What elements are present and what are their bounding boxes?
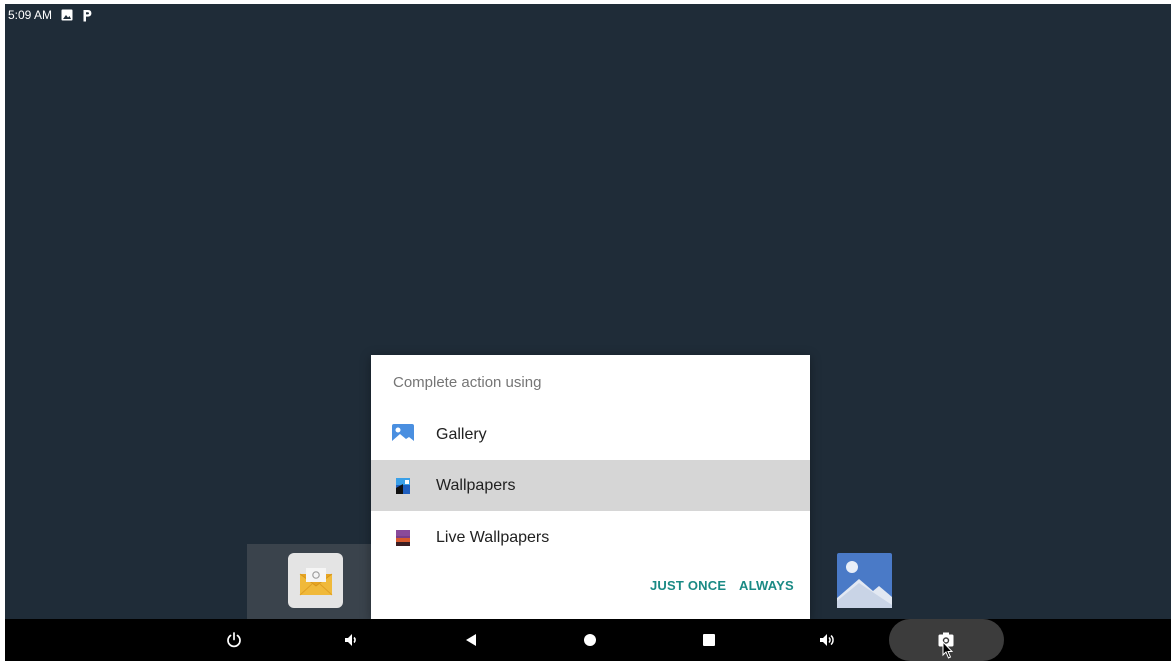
power-button[interactable] — [214, 619, 254, 661]
option-live-wallpapers[interactable]: Live Wallpapers — [371, 512, 810, 563]
mouse-cursor-icon — [942, 641, 954, 659]
back-icon — [466, 634, 476, 646]
always-button[interactable]: ALWAYS — [739, 578, 794, 593]
email-app-icon[interactable] — [288, 553, 343, 608]
complete-action-dialog: Complete action using Gallery Wallpapers… — [371, 355, 810, 619]
option-label-gallery: Gallery — [436, 425, 487, 443]
volume-down-button[interactable] — [331, 619, 371, 661]
volume-up-icon — [820, 634, 834, 646]
option-gallery[interactable]: Gallery — [371, 409, 810, 460]
recents-button[interactable] — [689, 619, 729, 661]
option-label-wallpapers: Wallpapers — [436, 476, 516, 494]
home-button[interactable] — [570, 619, 610, 661]
status-bar: 5:09 AM — [5, 4, 1171, 26]
back-button[interactable] — [451, 619, 491, 661]
parking-p-icon — [82, 9, 92, 22]
option-label-live-wallpapers: Live Wallpapers — [436, 528, 550, 546]
wallpapers-icon — [391, 474, 415, 498]
home-icon — [584, 634, 596, 646]
navigation-bar — [5, 619, 1171, 661]
status-time: 5:09 AM — [8, 8, 53, 22]
live-wallpapers-icon — [391, 526, 415, 550]
just-once-button[interactable]: JUST ONCE — [650, 578, 726, 593]
dialog-title: Complete action using — [393, 374, 542, 391]
option-wallpapers[interactable]: Wallpapers — [371, 460, 810, 511]
volume-up-button[interactable] — [808, 619, 848, 661]
android-screen: 5:09 AM Complete action using Gallery Wa… — [5, 4, 1171, 661]
recents-icon — [703, 634, 715, 646]
gallery-app-icon[interactable] — [837, 553, 892, 608]
volume-down-icon — [345, 634, 356, 646]
power-icon — [227, 632, 241, 648]
image-notification-icon — [61, 9, 73, 21]
gallery-icon — [391, 423, 415, 447]
